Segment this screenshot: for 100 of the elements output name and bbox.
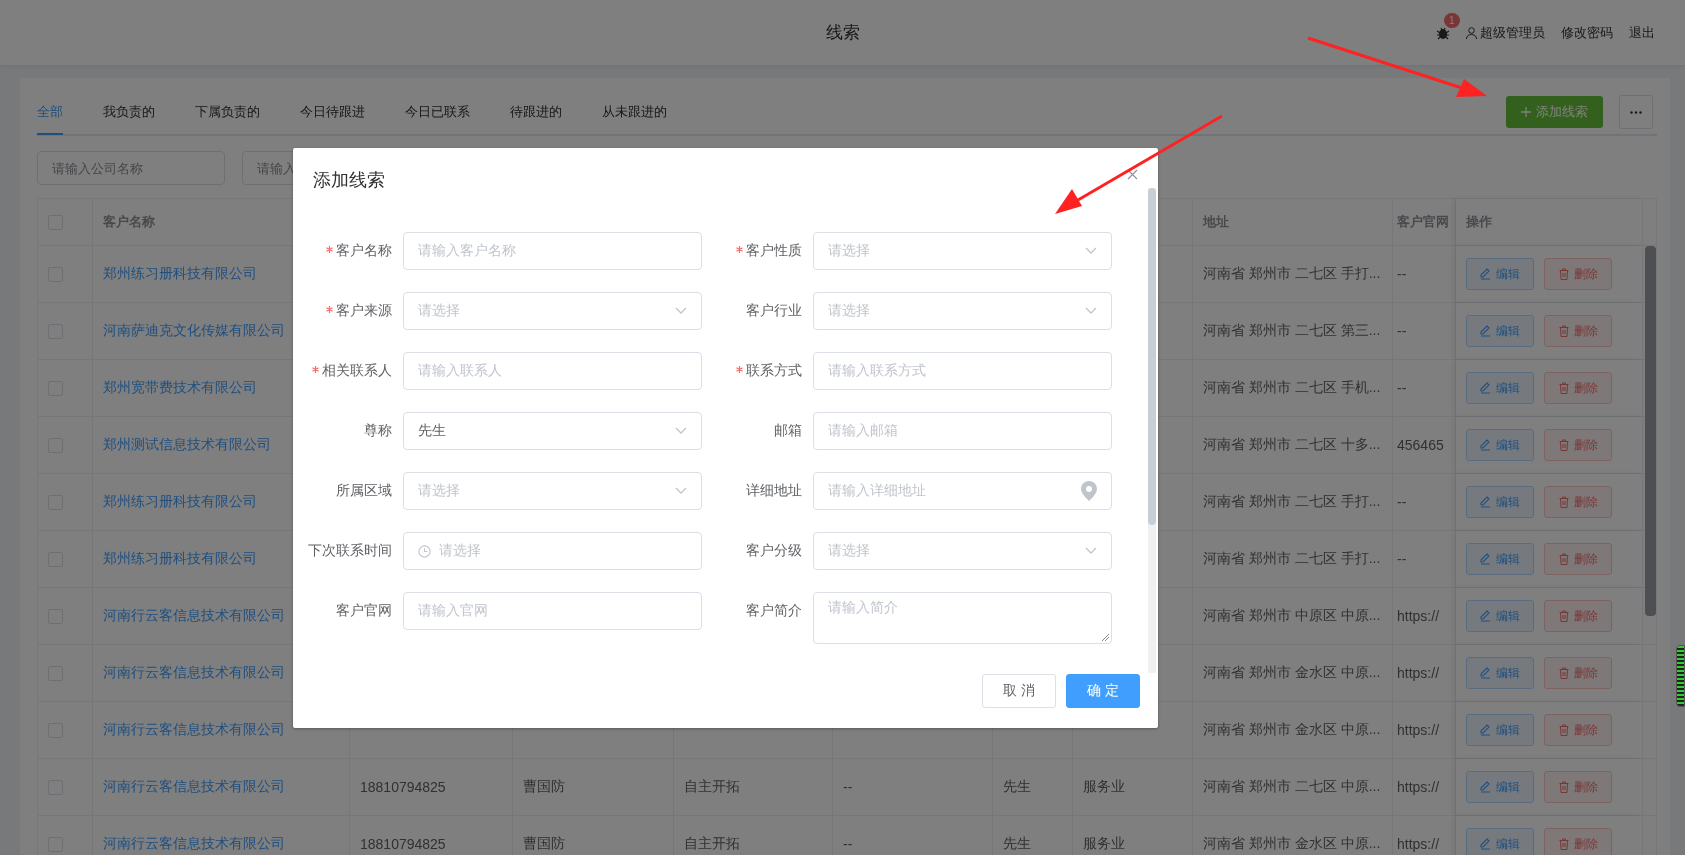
delete-button[interactable]: 删除 xyxy=(1544,714,1612,746)
select-field[interactable]: 请选择 xyxy=(813,292,1112,330)
delete-button[interactable]: 删除 xyxy=(1544,600,1612,632)
close-icon[interactable] xyxy=(1127,169,1138,180)
edit-button[interactable]: 编辑 xyxy=(1466,372,1534,404)
tab[interactable]: 今日待跟进 xyxy=(300,79,365,135)
clock-icon xyxy=(418,544,431,558)
delete-button[interactable]: 删除 xyxy=(1544,315,1612,347)
table-cell: 河南省 郑州市 二七区 中原... xyxy=(1203,778,1381,796)
user-name[interactable]: 超级管理员 xyxy=(1480,23,1545,42)
level-meter-icon xyxy=(1676,645,1685,707)
select-field[interactable]: 请选择 xyxy=(813,532,1112,570)
table-cell: 曹国防 xyxy=(523,778,565,796)
tab[interactable]: 今日已联系 xyxy=(405,79,470,135)
edit-button[interactable]: 编辑 xyxy=(1466,771,1534,803)
table-cell: https:// xyxy=(1397,722,1440,738)
edit-button[interactable]: 编辑 xyxy=(1466,657,1534,689)
trash-icon xyxy=(1558,382,1569,394)
company-link[interactable]: 河南行云客信息技术有限公司 xyxy=(103,721,285,739)
company-link[interactable]: 河南行云客信息技术有限公司 xyxy=(103,664,285,682)
pencil-icon xyxy=(1480,439,1491,451)
edit-button[interactable]: 编辑 xyxy=(1466,258,1534,290)
select-field[interactable]: 请选择 xyxy=(403,472,702,510)
edit-button[interactable]: 编辑 xyxy=(1466,828,1534,855)
field-label: 下次联系时间 xyxy=(308,542,392,560)
field-label: 联系方式 xyxy=(746,362,802,380)
table-cell: 河南省 郑州市 二七区 手机... xyxy=(1203,379,1381,397)
company-link[interactable]: 郑州练习册科技有限公司 xyxy=(103,265,257,283)
tab[interactable]: 全部 xyxy=(37,79,63,135)
field-label: 邮箱 xyxy=(774,422,802,440)
pencil-icon xyxy=(1480,553,1491,565)
location-pin-icon xyxy=(1081,481,1097,501)
cancel-button[interactable]: 取 消 xyxy=(982,674,1057,708)
table-cell: 河南省 郑州市 中原区 中原... xyxy=(1203,607,1381,625)
table-cell: 河南省 郑州市 二七区 手打... xyxy=(1203,265,1381,283)
table-cell: 河南省 郑州市 二七区 十多... xyxy=(1203,436,1381,454)
dialog-title: 添加线索 xyxy=(313,169,385,192)
tab[interactable]: 待跟进的 xyxy=(510,79,562,135)
edit-button[interactable]: 编辑 xyxy=(1466,486,1534,518)
field-label: 所属区域 xyxy=(336,482,392,500)
company-link[interactable]: 河南行云客信息技术有限公司 xyxy=(103,607,285,625)
company-link[interactable]: 河南行云客信息技术有限公司 xyxy=(103,835,285,853)
trash-icon xyxy=(1558,496,1569,508)
textarea-field[interactable]: 请输入简介 xyxy=(813,592,1112,644)
edit-button[interactable]: 编辑 xyxy=(1466,315,1534,347)
company-link[interactable]: 河南行云客信息技术有限公司 xyxy=(103,778,285,796)
company-link[interactable]: 郑州练习册科技有限公司 xyxy=(103,550,257,568)
chevron-down-icon xyxy=(1085,307,1097,315)
trash-icon xyxy=(1558,610,1569,622)
edit-button[interactable]: 编辑 xyxy=(1466,429,1534,461)
tab[interactable]: 我负责的 xyxy=(103,79,155,135)
company-link[interactable]: 郑州宽带费技术有限公司 xyxy=(103,379,257,397)
delete-button[interactable]: 删除 xyxy=(1544,486,1612,518)
input-field[interactable]: 请输入详细地址 xyxy=(813,472,1112,510)
tab[interactable]: 从未跟进的 xyxy=(602,79,667,135)
input-field[interactable]: 请输入客户名称 xyxy=(403,232,702,270)
company-link[interactable]: 河南萨迪克文化传媒有限公司 xyxy=(103,322,285,340)
delete-button[interactable]: 删除 xyxy=(1544,771,1612,803)
table-cell: https:// xyxy=(1397,779,1440,795)
company-link[interactable]: 郑州练习册科技有限公司 xyxy=(103,493,257,511)
input-field[interactable]: 请输入联系人 xyxy=(403,352,702,390)
table-cell: 先生 xyxy=(1003,835,1031,853)
select-field[interactable]: 请选择 xyxy=(813,232,1112,270)
more-button[interactable] xyxy=(1619,95,1653,129)
field-label: 详细地址 xyxy=(746,482,802,500)
field-label: 客户来源 xyxy=(336,302,392,320)
scrollbar[interactable] xyxy=(1148,188,1156,525)
pencil-icon xyxy=(1480,724,1491,736)
delete-button[interactable]: 删除 xyxy=(1544,372,1612,404)
delete-button[interactable]: 删除 xyxy=(1544,657,1612,689)
edit-button[interactable]: 编辑 xyxy=(1466,543,1534,575)
plus-icon xyxy=(1521,107,1531,117)
field-label: 客户行业 xyxy=(746,302,802,320)
edit-button[interactable]: 编辑 xyxy=(1466,600,1534,632)
table-cell: 河南省 郑州市 金水区 中原... xyxy=(1203,721,1381,739)
delete-button[interactable]: 删除 xyxy=(1544,543,1612,575)
scrollbar[interactable] xyxy=(1645,246,1656,616)
confirm-button[interactable]: 确 定 xyxy=(1066,674,1140,708)
company-link[interactable]: 郑州测试信息技术有限公司 xyxy=(103,436,271,454)
table-cell: 河南省 郑州市 二七区 第三... xyxy=(1203,322,1381,340)
notification-badge: 1 xyxy=(1444,12,1460,28)
delete-button[interactable]: 删除 xyxy=(1544,828,1612,855)
tab[interactable]: 下属负责的 xyxy=(195,79,260,135)
input-field[interactable]: 请输入联系方式 xyxy=(813,352,1112,390)
delete-button[interactable]: 删除 xyxy=(1544,429,1612,461)
select-field[interactable]: 请选择 xyxy=(403,292,702,330)
bug-icon[interactable] xyxy=(1436,25,1450,40)
delete-button[interactable]: 删除 xyxy=(1544,258,1612,290)
header-link[interactable]: 修改密码 xyxy=(1561,23,1613,42)
edit-button[interactable]: 编辑 xyxy=(1466,714,1534,746)
select-field[interactable]: 先生 xyxy=(403,412,702,450)
input-field[interactable]: 请输入官网 xyxy=(403,592,702,630)
field-label: 客户性质 xyxy=(746,242,802,260)
table-cell: 先生 xyxy=(1003,778,1031,796)
add-button[interactable]: 添加线索 xyxy=(1506,96,1603,128)
input-field[interactable]: 请输入邮箱 xyxy=(813,412,1112,450)
table-cell: 河南省 郑州市 金水区 中原... xyxy=(1203,835,1381,853)
date-field[interactable]: 请选择 xyxy=(403,532,702,570)
header-link[interactable]: 退出 xyxy=(1629,23,1655,42)
more-icon xyxy=(1630,110,1642,114)
